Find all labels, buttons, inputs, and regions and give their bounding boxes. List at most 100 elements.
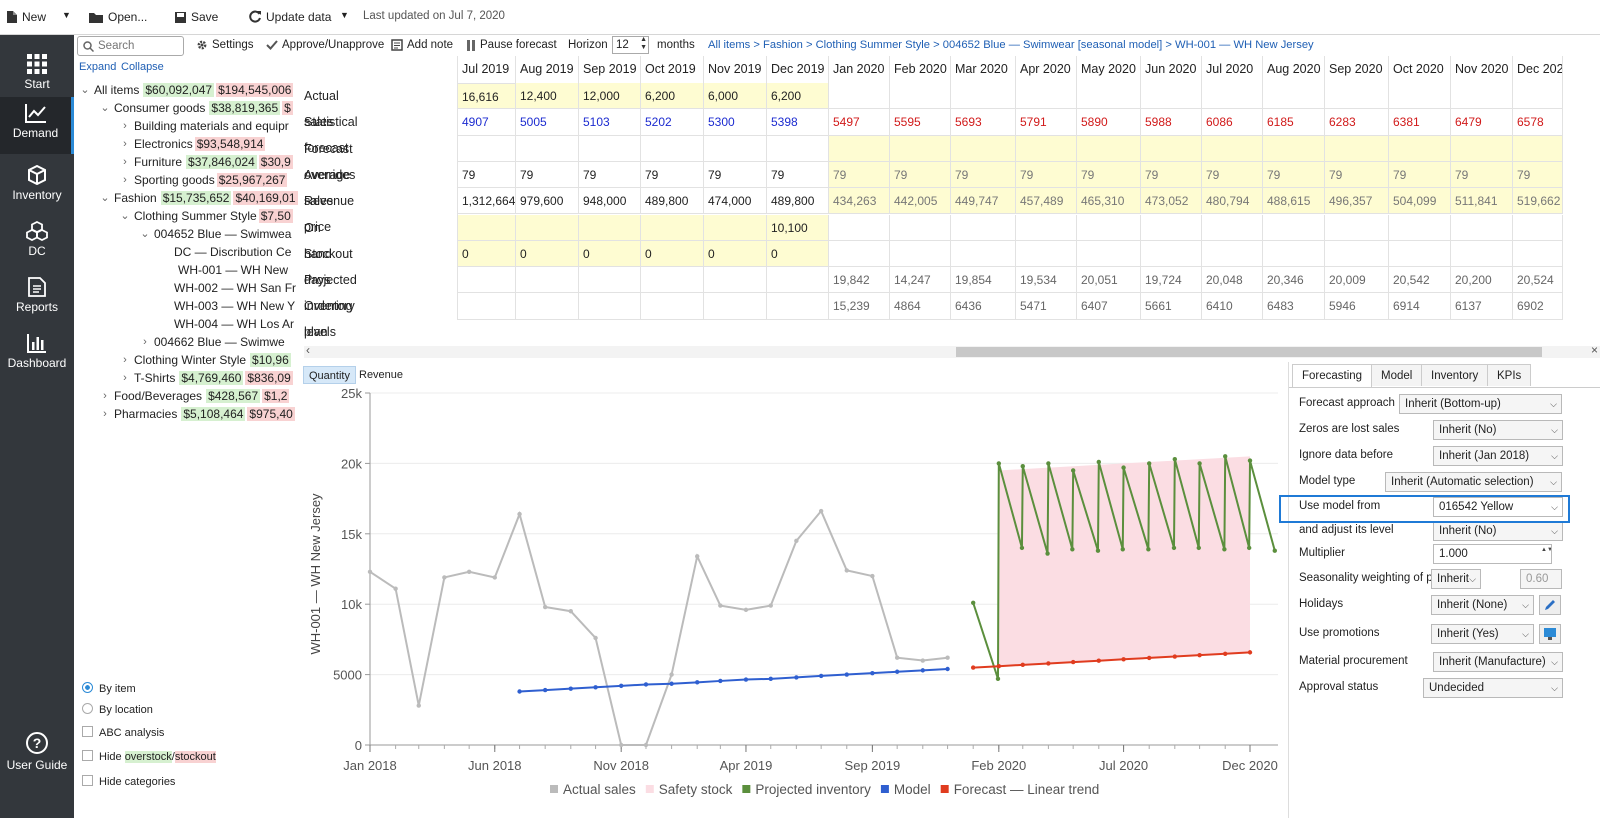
grid-cell[interactable]: 79 <box>516 161 579 189</box>
breadcrumb-link[interactable]: 004652 Blue — Swimwear [seasonal model] <box>943 39 1163 51</box>
new-dropdown-chevron-icon[interactable]: ▼ <box>62 10 71 20</box>
collapse-link[interactable]: Collapse <box>121 61 164 73</box>
tree-row[interactable]: WH-004 — WH Los Ar <box>160 315 294 333</box>
grid-cell[interactable] <box>951 135 1016 162</box>
grid-cell[interactable]: 19,842 <box>829 267 890 294</box>
grid-cell[interactable]: 10,100 <box>767 214 829 241</box>
grid-cell[interactable] <box>579 293 641 320</box>
tree-row[interactable]: ⌄ 004652 Blue — Swimwea <box>140 225 291 243</box>
grid-cell[interactable]: 0 <box>704 240 767 268</box>
grid-cell[interactable]: 6185 <box>1263 109 1325 136</box>
grid-cell[interactable] <box>579 135 641 162</box>
grid-cell[interactable] <box>458 135 516 162</box>
grid-cell[interactable]: 979,600 <box>516 188 579 215</box>
tab-kpis[interactable]: KPIs <box>1487 364 1532 386</box>
grid-cell[interactable]: 19,724 <box>1141 267 1202 294</box>
grid-cell[interactable]: 511,841 <box>1451 188 1513 215</box>
grid-cell[interactable] <box>641 293 704 320</box>
tree-row[interactable]: ⌄ Consumer goods $38,819,365 $ <box>100 99 293 117</box>
grid-cell[interactable]: 4907 <box>458 109 516 136</box>
grid-cell[interactable] <box>1016 240 1077 268</box>
grid-cell[interactable]: 0 <box>767 240 829 268</box>
tree-row[interactable]: WH-003 — WH New Y <box>160 297 295 315</box>
grid-cell[interactable]: 0 <box>516 240 579 268</box>
grid-cell[interactable] <box>1513 83 1563 110</box>
grid-cell[interactable]: 6137 <box>1451 293 1513 320</box>
option-by-item[interactable]: By item <box>82 682 136 695</box>
grid-cell[interactable]: 79 <box>1513 161 1563 189</box>
grid-cell[interactable]: 6283 <box>1325 109 1389 136</box>
grid-cell[interactable]: 519,662 <box>1513 188 1563 215</box>
grid-cell[interactable]: 6902 <box>1513 293 1563 320</box>
edit-promotions-button[interactable] <box>1539 624 1561 644</box>
property-select[interactable]: Inherit (Yes) ⌵ <box>1431 624 1534 644</box>
legend-label[interactable]: Actual sales <box>563 782 636 797</box>
grid-cell[interactable]: 79 <box>641 161 704 189</box>
grid-cell[interactable]: 6436 <box>951 293 1016 320</box>
grid-cell[interactable] <box>951 240 1016 268</box>
grid-cell[interactable]: 79 <box>1141 161 1202 189</box>
property-select[interactable]: Inherit ⌵ <box>1431 569 1481 589</box>
grid-cell[interactable]: 5202 <box>641 109 704 136</box>
tab-inventory[interactable]: Inventory <box>1421 364 1489 386</box>
grid-cell[interactable]: 5946 <box>1325 293 1389 320</box>
grid-cell[interactable] <box>1325 83 1389 110</box>
grid-cell[interactable] <box>1077 214 1141 241</box>
close-icon[interactable]: × <box>1591 343 1598 357</box>
grid-cell[interactable]: 5661 <box>1141 293 1202 320</box>
grid-cell[interactable] <box>704 293 767 320</box>
grid-cell[interactable]: 6,200 <box>767 83 829 110</box>
tree-row[interactable]: DC — Discribution Ce <box>160 243 291 261</box>
grid-cell[interactable]: 20,051 <box>1077 267 1141 294</box>
option-hide-overstock[interactable]: Hide overstock/stockout <box>82 750 216 763</box>
grid-cell[interactable]: 20,048 <box>1202 267 1263 294</box>
grid-cell[interactable]: 79 <box>890 161 951 189</box>
grid-cell[interactable]: 5005 <box>516 109 579 136</box>
breadcrumb-link[interactable]: Clothing Summer Style <box>816 39 930 51</box>
grid-cell[interactable] <box>829 135 890 162</box>
tree-row[interactable]: › Electronics $93,548,914 <box>120 135 266 153</box>
property-select[interactable]: Inherit (None) ⌵ <box>1431 595 1534 615</box>
grid-cell[interactable] <box>1263 214 1325 241</box>
grid-cell[interactable]: 79 <box>1389 161 1451 189</box>
chevron-down-icon[interactable]: ⌵ <box>1469 570 1476 588</box>
grid-cell[interactable]: 489,800 <box>641 188 704 215</box>
grid-cell[interactable] <box>829 214 890 241</box>
stepper-arrows-icon[interactable]: ▲▼ <box>640 36 647 52</box>
approve-button[interactable]: Approve/Unapprove <box>266 39 384 51</box>
option-by-location[interactable]: By location <box>82 703 153 716</box>
tree-row[interactable]: › Sporting goods $25,967,267 <box>120 171 288 189</box>
grid-cell[interactable] <box>829 240 890 268</box>
grid-cell[interactable] <box>1389 83 1451 110</box>
grid-cell[interactable] <box>516 267 579 294</box>
grid-cell[interactable]: 6407 <box>1077 293 1141 320</box>
grid-cell[interactable]: 488,615 <box>1263 188 1325 215</box>
grid-cell[interactable] <box>1325 240 1389 268</box>
grid-cell[interactable] <box>516 135 579 162</box>
grid-cell[interactable]: 6086 <box>1202 109 1263 136</box>
grid-cell[interactable] <box>1263 83 1325 110</box>
grid-cell[interactable] <box>579 214 641 241</box>
grid-cell[interactable]: 79 <box>767 161 829 189</box>
update-dropdown-chevron-icon[interactable]: ▼ <box>340 10 349 20</box>
grid-cell[interactable] <box>1202 83 1263 110</box>
tree-row[interactable]: ⌄ Fashion $15,735,652 $40,169,01 <box>100 189 298 207</box>
grid-cell[interactable] <box>1077 240 1141 268</box>
grid-cell[interactable] <box>951 214 1016 241</box>
grid-cell[interactable] <box>1451 135 1513 162</box>
grid-cell[interactable]: 5693 <box>951 109 1016 136</box>
chevron-down-icon[interactable]: ⌵ <box>1551 421 1558 439</box>
update-data-button[interactable]: Update data <box>248 10 331 24</box>
grid-cell[interactable]: 16,616 <box>458 83 516 110</box>
grid-cell[interactable]: 449,747 <box>951 188 1016 215</box>
scrollbar-thumb[interactable] <box>956 347 1542 357</box>
grid-cell[interactable] <box>1389 240 1451 268</box>
grid-cell[interactable]: 0 <box>579 240 641 268</box>
chevron-down-icon[interactable]: ⌵ <box>1551 522 1558 540</box>
grid-cell[interactable] <box>1016 135 1077 162</box>
pause-forecast-button[interactable]: Pause forecast <box>466 39 557 51</box>
expand-arrow-icon[interactable]: › <box>100 405 110 423</box>
grid-cell[interactable]: 6,200 <box>641 83 704 110</box>
expand-arrow-icon[interactable]: › <box>120 171 130 189</box>
chevron-down-icon[interactable]: ⌵ <box>1550 395 1557 413</box>
